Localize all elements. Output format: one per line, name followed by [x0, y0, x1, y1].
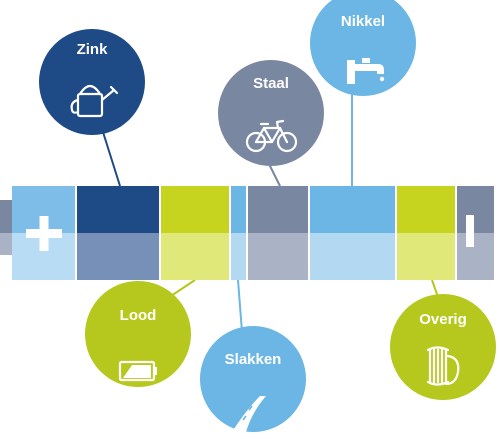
segment-slakken-top: [230, 186, 247, 233]
battery: [0, 186, 494, 280]
overig-label: Overig: [419, 311, 467, 328]
battery-left-terminal-top: [0, 200, 14, 233]
connector-zink: [102, 131, 121, 187]
segment-nikkel-bottom: [309, 233, 396, 280]
segment-overig-bottom: [396, 233, 456, 280]
segment-lood-top: [160, 186, 230, 233]
segment-minus-top: [456, 186, 494, 233]
lood-label: Lood: [120, 307, 157, 324]
battery-left-terminal-bottom: [0, 233, 14, 255]
segment-minus-bottom: [456, 233, 494, 280]
segment-nikkel-top: [309, 186, 396, 233]
metal-lood: Lood: [85, 281, 191, 387]
segment-lood-bottom: [160, 233, 230, 280]
nikkel-label: Nikkel: [341, 13, 385, 30]
metal-slakken: Slakken: [200, 326, 306, 432]
segment-zink-top: [76, 186, 160, 233]
segment-staal-top: [247, 186, 309, 233]
minus-icon: [466, 215, 474, 247]
segment-staal-bottom: [247, 233, 309, 280]
segment-overig-top: [396, 186, 456, 233]
metal-staal: Staal: [218, 60, 324, 166]
metal-zink: Zink: [39, 29, 145, 135]
slakken-circle: [200, 326, 306, 432]
slakken-label: Slakken: [225, 351, 282, 368]
segment-zink-bottom: [76, 233, 160, 280]
metal-overig: Overig: [390, 294, 496, 400]
staal-label: Staal: [253, 75, 289, 92]
zink-label: Zink: [77, 41, 108, 58]
battery-composition-diagram: Zink Staal Nikkel Lood Slakken Overig: [0, 0, 496, 432]
metal-nikkel: Nikkel: [310, 0, 416, 96]
segment-slakken-bottom: [230, 233, 247, 280]
